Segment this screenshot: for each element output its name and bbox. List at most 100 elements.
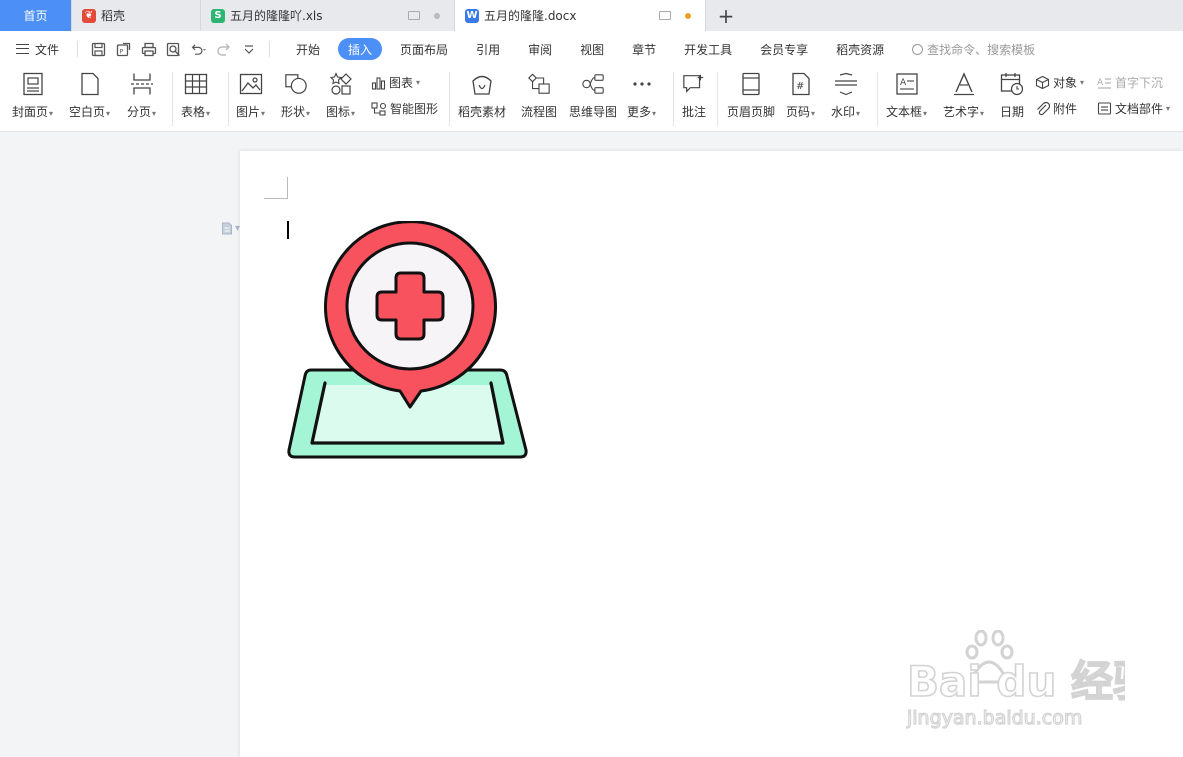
save-icon[interactable]	[90, 41, 107, 58]
page-number-label: 页码	[786, 105, 811, 119]
mindmap-icon	[581, 72, 605, 96]
flowchart-icon	[527, 72, 551, 96]
export-icon[interactable]: P	[115, 41, 132, 58]
print-icon[interactable]	[140, 41, 157, 58]
watermark-label: 水印	[831, 105, 856, 119]
watermark-url: jingyan.baidu.com	[906, 707, 1082, 729]
cover-page-button[interactable]: 封面页▾	[12, 72, 53, 120]
monitor-icon[interactable]	[408, 11, 420, 20]
watermark-button[interactable]: 水印▾	[831, 72, 860, 120]
page-break-button[interactable]: 分页▾	[127, 72, 156, 120]
chart-button[interactable]: 图表 ▾	[371, 74, 420, 91]
textbox-button[interactable]: A 文本框▾	[886, 72, 927, 120]
new-tab-button[interactable]: +	[706, 0, 746, 31]
file-menu-label: 文件	[35, 42, 60, 57]
menu-view[interactable]: 视图	[566, 38, 618, 60]
divider	[269, 41, 271, 57]
tab-xls[interactable]: S 五月的隆隆吖.xls	[201, 0, 455, 31]
attachment-button[interactable]: 附件	[1035, 100, 1077, 117]
print-preview-icon[interactable]	[165, 41, 182, 58]
svg-text:#: #	[796, 81, 804, 92]
object-button[interactable]: 对象 ▾	[1035, 74, 1084, 91]
comment-button[interactable]: 批注	[682, 72, 706, 120]
daoke-icon: ❦	[82, 8, 96, 23]
textbox-icon: A	[895, 72, 919, 96]
quick-access-toolbar: P	[84, 41, 263, 58]
page-number-icon: #	[789, 72, 813, 96]
paragraph-layout-icon[interactable]: ▾	[221, 222, 240, 235]
tab-daoke-label: 稻壳	[101, 9, 126, 23]
tab-home[interactable]: 首页	[0, 0, 72, 31]
wordart-label: 艺术字	[943, 105, 980, 119]
spreadsheet-icon: S	[211, 8, 225, 23]
shape-button[interactable]: 形状▾	[281, 72, 310, 120]
writer-icon: W	[465, 8, 479, 23]
tab-bar: 首页 ❦ 稻壳 S 五月的隆隆吖.xls W 五月的隆隆.docx +	[0, 0, 1183, 31]
menu-daoke-resources[interactable]: 稻壳资源	[822, 38, 898, 60]
divider	[77, 41, 79, 57]
drop-cap-icon: A	[1097, 78, 1111, 89]
menu-membership[interactable]: 会员专享	[746, 38, 822, 60]
more-icon	[630, 72, 654, 96]
menu-bar: 文件 P 开始 插入 页面布局 引用 审阅 视图 章节 开发工具 会员专享 稻壳…	[0, 31, 1183, 67]
more-label: 更多	[627, 105, 652, 119]
redo-icon[interactable]	[215, 41, 232, 58]
paperclip-icon	[1037, 101, 1050, 116]
drop-cap-button[interactable]: A 首字下沉	[1097, 74, 1163, 91]
page-number-button[interactable]: # 页码▾	[786, 72, 815, 120]
mindmap-label: 思维导图	[569, 105, 618, 119]
medical-location-pin-icon[interactable]	[287, 221, 529, 461]
header-footer-button[interactable]: 页眉页脚	[727, 72, 775, 120]
more-button[interactable]: 更多▾	[627, 72, 656, 120]
header-footer-icon	[739, 72, 763, 96]
comment-icon	[682, 72, 706, 96]
document-parts-button[interactable]: 文档部件 ▾	[1097, 100, 1170, 117]
tab-docx-label: 五月的隆隆.docx	[484, 9, 577, 23]
tab-docx[interactable]: W 五月的隆隆.docx	[455, 0, 706, 31]
table-button[interactable]: 表格▾	[181, 72, 210, 120]
smart-graphic-button[interactable]: 智能图形	[371, 100, 438, 117]
picture-button[interactable]: 图片▾	[236, 72, 265, 120]
tab-daoke[interactable]: ❦ 稻壳	[72, 0, 201, 31]
undo-icon[interactable]	[190, 41, 207, 58]
menu-insert[interactable]: 插入	[338, 38, 383, 60]
baidu-jingyan-watermark: Bai du 经验 jingyan.baidu.com	[905, 629, 1156, 730]
hamburger-icon	[16, 44, 29, 54]
drop-cap-label: 首字下沉	[1115, 76, 1164, 90]
wordart-button[interactable]: 艺术字▾	[943, 72, 984, 120]
date-label: 日期	[1000, 105, 1025, 119]
svg-text:A: A	[1097, 78, 1104, 88]
close-dot-icon[interactable]	[434, 12, 440, 19]
ribbon-divider	[228, 72, 229, 126]
ribbon-divider	[673, 72, 674, 126]
menu-developer[interactable]: 开发工具	[670, 38, 746, 60]
table-label: 表格	[181, 105, 206, 119]
menu-references[interactable]: 引用	[462, 38, 514, 60]
blank-page-button[interactable]: 空白页▾	[69, 72, 110, 120]
file-menu-button[interactable]: 文件	[0, 41, 71, 58]
document-parts-icon	[1097, 102, 1112, 115]
ribbon-divider	[449, 72, 450, 126]
cover-page-label: 封面页	[12, 105, 49, 119]
monitor-icon[interactable]	[659, 11, 671, 20]
command-search[interactable]: 查找命令、搜索模板	[912, 41, 1035, 58]
insert-ribbon: 封面页▾ 空白页▾ 分页▾ 表格▾ 图片▾ 形状▾ 图标▾ 图表 ▾ 智能图形 …	[0, 67, 1183, 132]
menu-review[interactable]: 审阅	[514, 38, 566, 60]
calendar-icon	[1000, 72, 1024, 96]
picture-label: 图片	[236, 105, 261, 119]
date-button[interactable]: 日期	[1000, 72, 1024, 120]
ribbon-divider	[717, 72, 718, 126]
icon-library-button[interactable]: 图标▾	[326, 72, 355, 120]
tab-home-label: 首页	[23, 9, 48, 23]
mindmap-button[interactable]: 思维导图	[569, 72, 617, 120]
menu-section[interactable]: 章节	[618, 38, 670, 60]
customize-quick-access-icon[interactable]	[240, 41, 257, 58]
flowchart-button[interactable]: 流程图	[521, 72, 557, 120]
daoke-material-button[interactable]: 稻壳素材	[458, 72, 506, 120]
svg-text:A: A	[900, 78, 907, 88]
flowchart-label: 流程图	[521, 105, 558, 119]
menu-start[interactable]: 开始	[282, 38, 334, 60]
page-break-icon	[130, 72, 154, 96]
modified-dot-icon[interactable]	[685, 12, 691, 19]
menu-page-layout[interactable]: 页面布局	[386, 38, 462, 60]
